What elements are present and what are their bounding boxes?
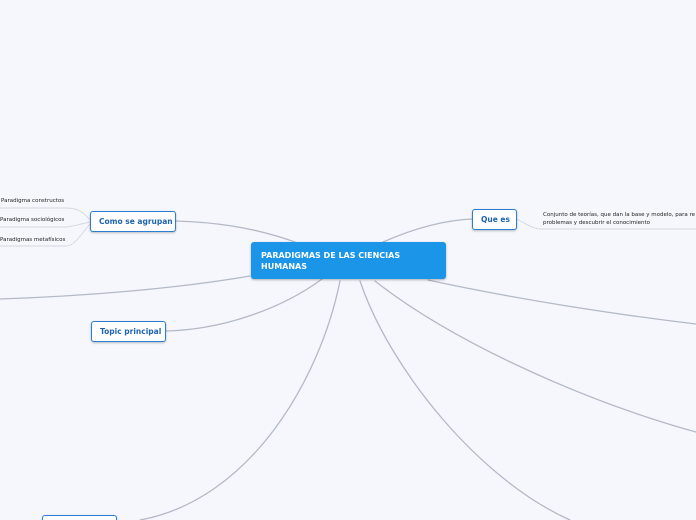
subtopic-paradigmas-metafisicos[interactable]: Paradigmas metafísicos	[0, 237, 65, 245]
connector-offscreen-right-upper	[427, 279, 696, 325]
connector-offscreen-bottom-left	[139, 280, 341, 520]
subtopic-paradigma-constructos[interactable]: Paradigma constructos	[1, 198, 64, 206]
connector-offscreen-left	[0, 275, 251, 300]
central-topic-line2: HUMANAS	[261, 262, 307, 271]
topic-offscreen-bottom[interactable]	[42, 515, 117, 520]
subtopic-que-es-definicion[interactable]: Conjunto de teorías, que dan la base y m…	[543, 212, 695, 227]
subtopic-paradigma-constructos-label: Paradigma constructos	[1, 198, 65, 204]
central-topic[interactable]: PARADIGMAS DE LAS CIENCIAS HUMANAS	[251, 242, 446, 279]
subtopic-paradigma-sociologicos[interactable]: Paradigma sociológicos	[0, 217, 64, 225]
mindmap-canvas: PARADIGMAS DE LAS CIENCIAS HUMANAS Como …	[0, 0, 696, 520]
topic-principal[interactable]: Topic principal	[91, 321, 166, 342]
topic-principal-label: Topic principal	[100, 327, 162, 336]
subtopic-paradigma-sociologicos-label: Paradigma sociológicos	[0, 217, 65, 223]
subtopic-paradigmas-metafisicos-label: Paradigmas metafísicos	[0, 237, 66, 243]
topic-que-es-label: Que es	[481, 215, 510, 224]
subtopic-que-es-definicion-line2: problemas y descubrir el conocimiento	[543, 219, 651, 226]
connector-offscreen-bottom-right	[359, 280, 571, 520]
topic-como-se-agrupan-label: Como se agrupan	[99, 217, 173, 226]
connector-offscreen-right-lower	[374, 280, 696, 433]
topic-que-es[interactable]: Que es	[472, 209, 517, 230]
topic-como-se-agrupan[interactable]: Como se agrupan	[90, 211, 176, 232]
connector-como-se-agrupan	[174, 220, 296, 243]
connector-que-es	[382, 218, 474, 243]
subtopic-que-es-definicion-line1: Conjunto de teorías, que dan la base y m…	[543, 212, 695, 218]
connector-topic-principal	[164, 278, 323, 332]
central-topic-line1: PARADIGMAS DE LAS CIENCIAS	[261, 251, 401, 260]
